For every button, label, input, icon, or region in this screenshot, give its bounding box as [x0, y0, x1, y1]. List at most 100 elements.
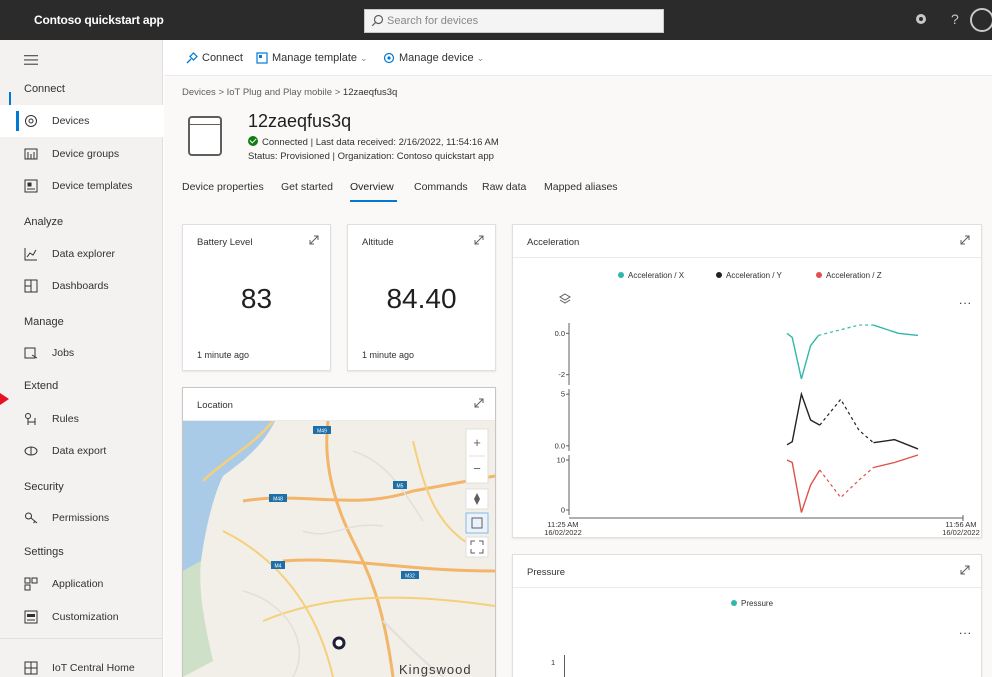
- tab-mapped-aliases[interactable]: Mapped aliases: [544, 181, 618, 193]
- tile-title: Altitude: [362, 237, 394, 248]
- nav-heading-connect: Connect: [24, 83, 65, 95]
- sidebar-item-iot-central-home[interactable]: IoT Central Home: [0, 652, 163, 677]
- sidebar-divider: [0, 638, 163, 639]
- zoom-in-button[interactable]: +: [473, 435, 481, 450]
- nav-heading-analyze: Analyze: [24, 216, 64, 228]
- settings-gear-icon[interactable]: [914, 12, 928, 26]
- help-icon[interactable]: ?: [951, 11, 959, 27]
- manage-template-button[interactable]: Manage template ⌄: [256, 52, 368, 64]
- sidebar-item-customization[interactable]: Customization: [0, 601, 163, 633]
- device-connection-status: Connected | Last data received: 2/16/202…: [248, 136, 499, 148]
- customization-icon: [24, 610, 38, 624]
- sidebar-item-permissions[interactable]: Permissions: [0, 502, 163, 534]
- sidebar-item-label: Rules: [52, 413, 79, 425]
- sidebar-item-label: Permissions: [52, 512, 110, 524]
- connect-label: Connect: [202, 52, 243, 64]
- device-image-icon: [188, 116, 222, 156]
- map-place-label: Kingswood: [399, 662, 472, 677]
- sidebar-item-jobs[interactable]: Jobs: [0, 337, 163, 369]
- search-box[interactable]: Search for devices: [364, 9, 664, 33]
- app-title[interactable]: Contoso quickstart app: [34, 13, 164, 27]
- expand-icon[interactable]: [308, 234, 320, 246]
- sidebar-item-application[interactable]: Application: [0, 568, 163, 600]
- series-line-y: [786, 391, 821, 446]
- sidebar-item-label: Device templates: [52, 180, 133, 192]
- legend-item-y[interactable]: Acceleration / Y: [716, 271, 782, 280]
- altitude-value: 84.40: [386, 283, 457, 314]
- tab-device-properties[interactable]: Device properties: [182, 181, 264, 193]
- tab-overview[interactable]: Overview: [350, 181, 394, 193]
- more-options-button[interactable]: ...: [959, 293, 972, 307]
- avatar[interactable]: [970, 8, 992, 32]
- sidebar-item-device-groups[interactable]: Device groups: [0, 138, 163, 170]
- connect-button[interactable]: Connect: [186, 52, 243, 64]
- chevron-down-icon: ⌄: [476, 53, 485, 63]
- search-icon: [371, 14, 384, 27]
- device-provisioning-status: Status: Provisioned | Organization: Cont…: [248, 151, 494, 162]
- sidebar-item-device-templates[interactable]: Device templates: [0, 170, 163, 202]
- svg-text:M4: M4: [275, 564, 282, 570]
- permissions-icon: [25, 512, 38, 524]
- tab-commands[interactable]: Commands: [414, 181, 468, 193]
- legend-dot-z: [816, 272, 822, 278]
- iot-central-home-icon: [24, 661, 38, 675]
- expand-icon[interactable]: [473, 234, 485, 246]
- altitude-tile: Altitude 84.40 1 minute ago: [347, 224, 496, 371]
- hamburger-menu-icon[interactable]: [24, 54, 38, 66]
- breadcrumb-template[interactable]: IoT Plug and Play mobile: [227, 87, 332, 98]
- sidebar-item-label: Dashboards: [52, 280, 109, 292]
- legend-item-x[interactable]: Acceleration / X: [618, 271, 684, 280]
- map-road-label-m5: M5: [393, 481, 407, 490]
- y-tick-label: 10: [557, 456, 565, 465]
- red-pointer-arrow: [0, 393, 9, 405]
- plug-icon: [186, 52, 198, 64]
- expand-icon[interactable]: [473, 397, 485, 409]
- nav-heading-extend: Extend: [24, 380, 59, 392]
- nav-heading-security: Security: [24, 481, 64, 493]
- legend-item-z[interactable]: Acceleration / Z: [816, 271, 882, 280]
- sidebar-item-rules[interactable]: Rules: [0, 403, 163, 435]
- sidebar-item-data-export[interactable]: Data export: [0, 435, 163, 467]
- legend-label: Acceleration / X: [628, 271, 685, 280]
- tile-title: Acceleration: [527, 237, 580, 248]
- breadcrumb-devices[interactable]: Devices: [182, 87, 216, 98]
- y-tick-label: 0.0: [555, 441, 565, 450]
- sidebar-item-dashboards[interactable]: Dashboards: [0, 270, 163, 302]
- location-map[interactable]: M49 M48 M5 M4 M32 Kingswood + −: [183, 421, 495, 677]
- x-tick-label: 16/02/2022: [544, 528, 582, 537]
- command-bar: Connect Manage template ⌄ Manage device ⌄: [164, 40, 992, 76]
- more-options-button[interactable]: ...: [959, 623, 972, 637]
- sidebar-item-label: Device groups: [52, 148, 120, 160]
- y-tick-label: 5: [561, 390, 565, 399]
- series-line-gap-y: [819, 398, 874, 444]
- svg-text:M32: M32: [405, 574, 415, 580]
- layers-icon[interactable]: [559, 293, 571, 305]
- series-line-tail-y: [873, 438, 919, 450]
- tab-get-started[interactable]: Get started: [281, 181, 333, 193]
- chevron-down-icon: ⌄: [360, 53, 368, 63]
- top-bar: Contoso quickstart app Search for device…: [0, 0, 992, 40]
- device-location-pin-icon[interactable]: [332, 636, 346, 650]
- status-text: Connected | Last data received: 2/16/202…: [262, 137, 499, 148]
- search-input[interactable]: Search for devices: [387, 15, 478, 27]
- manage-template-label: Manage template: [272, 52, 357, 64]
- series-line-gap-x: [818, 324, 874, 336]
- legend-item-pressure[interactable]: Pressure: [731, 599, 773, 608]
- expand-icon[interactable]: [959, 564, 971, 576]
- zoom-out-button[interactable]: −: [473, 461, 481, 476]
- expand-icon[interactable]: [959, 234, 971, 246]
- rules-icon: [25, 413, 36, 425]
- battery-value: 83: [240, 283, 273, 314]
- sidebar-item-devices[interactable]: Devices: [0, 105, 163, 137]
- device-settings-icon: [383, 52, 395, 64]
- connected-check-icon: [248, 136, 258, 146]
- sidebar-item-label: Devices: [52, 115, 90, 127]
- map-road-label-m49: M49: [313, 426, 331, 435]
- manage-device-button[interactable]: Manage device ⌄: [383, 52, 484, 64]
- sidebar-item-data-explorer[interactable]: Data explorer: [0, 238, 163, 270]
- data-explorer-icon: [24, 248, 37, 261]
- series-line-tail-z: [873, 454, 919, 469]
- series-line-x: [786, 332, 819, 379]
- tab-raw-data[interactable]: Raw data: [482, 181, 526, 193]
- legend-dot-pressure: [731, 600, 737, 606]
